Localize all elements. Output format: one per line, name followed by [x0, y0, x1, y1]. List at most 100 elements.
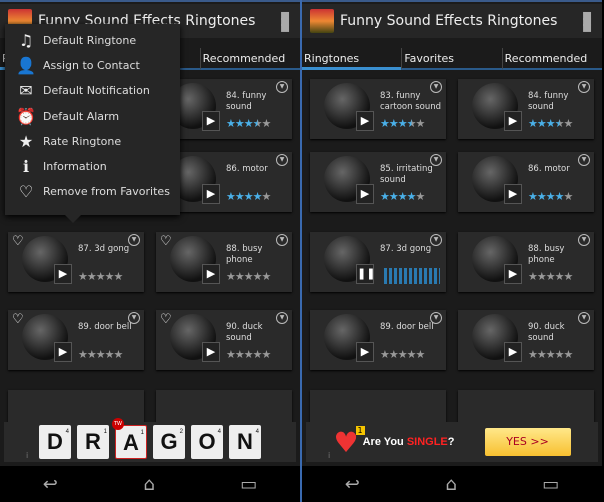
rating-stars[interactable]: ★★★★★ — [380, 117, 425, 130]
tab-recommended[interactable]: Recommended — [501, 48, 602, 70]
star-icon[interactable]: ★ — [407, 348, 417, 361]
play-button[interactable]: ▶ — [202, 342, 220, 362]
dropdown-arrow-icon[interactable]: ▼ — [128, 234, 140, 246]
menu-item-default-ringtone[interactable]: ♫ Default Ringtone — [5, 28, 180, 53]
star-icon[interactable]: ★ — [226, 270, 236, 283]
star-icon[interactable]: ★ — [398, 348, 408, 361]
play-button[interactable]: ▶ — [356, 111, 374, 131]
dropdown-arrow-icon[interactable]: ▼ — [578, 154, 590, 166]
ringtone-card[interactable]: ▶ 88. busy phone ★★★★★ ▼ — [458, 232, 594, 292]
star-icon[interactable]: ★ — [564, 117, 574, 130]
star-icon[interactable]: ★ — [262, 270, 272, 283]
rating-stars[interactable]: ★★★★★ — [226, 190, 272, 203]
star-icon[interactable]: ★ — [546, 270, 556, 283]
back-button[interactable]: ↩ — [345, 474, 360, 495]
star-icon[interactable]: ★ — [546, 190, 556, 203]
star-icon[interactable]: ★ — [105, 270, 115, 283]
dropdown-arrow-icon[interactable]: ▼ — [430, 312, 442, 324]
dropdown-arrow-icon[interactable]: ▼ — [430, 81, 442, 93]
rating-stars[interactable]: ★★★★★ — [528, 348, 574, 361]
star-icon[interactable]: ★ — [564, 348, 574, 361]
favorite-heart-icon[interactable]: ♡ — [160, 313, 172, 326]
back-button[interactable]: ↩ — [43, 474, 58, 495]
favorite-heart-icon[interactable]: ♡ — [12, 235, 24, 248]
star-icon[interactable]: ★ — [253, 190, 263, 203]
star-icon[interactable]: ★ — [226, 117, 236, 130]
rating-stars[interactable]: ★★★★★ — [226, 117, 272, 130]
star-icon[interactable]: ★ — [253, 270, 263, 283]
star-icon[interactable]: ★ — [262, 117, 272, 130]
star-icon[interactable]: ★ — [235, 117, 245, 130]
dropdown-arrow-icon[interactable]: ▼ — [578, 312, 590, 324]
star-icon[interactable]: ★ — [528, 348, 538, 361]
star-icon[interactable]: ★ — [416, 348, 426, 361]
star-icon[interactable]: ★ — [262, 348, 272, 361]
favorite-heart-icon[interactable]: ♡ — [12, 313, 24, 326]
star-icon[interactable]: ★ — [244, 117, 254, 130]
dropdown-arrow-icon[interactable]: ▼ — [578, 234, 590, 246]
rating-stars[interactable]: ★★★★★ — [226, 270, 272, 283]
rating-stars[interactable]: ★★★★★ — [78, 348, 124, 361]
star-icon[interactable]: ★ — [380, 348, 390, 361]
home-button[interactable]: ⌂ — [143, 474, 154, 495]
star-icon[interactable]: ★ — [235, 270, 245, 283]
home-button[interactable]: ⌂ — [445, 474, 456, 495]
dropdown-arrow-icon[interactable]: ▼ — [276, 154, 288, 166]
star-icon[interactable]: ★ — [537, 270, 547, 283]
star-icon[interactable]: ★ — [262, 190, 272, 203]
star-icon[interactable]: ★ — [380, 190, 390, 203]
recents-button[interactable]: ▭ — [240, 474, 257, 495]
play-button[interactable]: ▶ — [202, 184, 220, 204]
pause-button[interactable]: ❚❚ — [356, 264, 375, 284]
star-icon[interactable]: ★ — [244, 190, 254, 203]
dropdown-arrow-icon[interactable]: ▼ — [276, 234, 288, 246]
ringtone-card[interactable]: ▶ 90. duck sound ★★★★★ ▼ — [458, 310, 594, 370]
star-icon[interactable]: ★ — [555, 190, 565, 203]
star-icon[interactable]: ★ — [555, 117, 565, 130]
ringtone-card[interactable]: ▶ 89. door bell ★★★★★ ▼ — [310, 310, 446, 370]
play-button[interactable]: ▶ — [356, 342, 374, 362]
tab-recommended[interactable]: Recommended — [199, 48, 300, 70]
star-icon[interactable]: ★ — [555, 270, 565, 283]
ringtone-card[interactable]: ▶ 87. 3d gong ★★★★★ ▼ ♡ — [8, 232, 144, 292]
star-icon[interactable]: ★ — [528, 190, 538, 203]
star-icon[interactable]: ★ — [96, 348, 106, 361]
rating-stars[interactable]: ★★★★★ — [226, 348, 272, 361]
star-icon[interactable]: ★ — [253, 117, 263, 130]
star-icon[interactable]: ★ — [546, 117, 556, 130]
rating-stars[interactable]: ★★★★★ — [380, 348, 426, 361]
star-icon[interactable]: ★ — [537, 348, 547, 361]
dropdown-arrow-icon[interactable]: ▼ — [128, 312, 140, 324]
star-icon[interactable]: ★ — [78, 270, 88, 283]
rating-stars[interactable]: ★★★★★ — [528, 190, 573, 203]
tab-ringtones[interactable]: Ringtones — [302, 48, 402, 70]
star-icon[interactable]: ★ — [226, 190, 236, 203]
ringtone-card[interactable]: ▶ 84. funny sound ★★★★★ ▼ — [458, 79, 594, 139]
ringtone-card[interactable]: ▶ 90. duck sound ★★★★★ ▼ ♡ — [156, 310, 292, 370]
play-button[interactable]: ▶ — [202, 264, 220, 284]
ringtone-card[interactable]: ▶ 86. motor ★★★★★ ▼ — [458, 152, 594, 212]
menu-item-rate-ringtone[interactable]: ★ Rate Ringtone — [5, 129, 180, 154]
play-button[interactable]: ▶ — [54, 264, 72, 284]
star-icon[interactable]: ★ — [380, 117, 390, 130]
play-button[interactable]: ▶ — [356, 184, 374, 204]
star-icon[interactable]: ★ — [87, 348, 97, 361]
ad-info-icon[interactable]: i — [26, 451, 28, 460]
dropdown-arrow-icon[interactable]: ▼ — [276, 81, 288, 93]
menu-item-information[interactable]: ℹ Information — [5, 154, 180, 179]
dropdown-arrow-icon[interactable]: ▼ — [276, 312, 288, 324]
overflow-menu-icon[interactable]: ▪ ▪ ▪ — [580, 7, 594, 35]
ringtone-card[interactable]: ▶ 85. irritating sound ★★★★★ ▼ — [310, 152, 446, 212]
play-button[interactable]: ▶ — [504, 111, 522, 131]
star-icon[interactable]: ★ — [114, 348, 124, 361]
star-icon[interactable]: ★ — [537, 117, 547, 130]
star-icon[interactable]: ★ — [555, 348, 565, 361]
star-icon[interactable]: ★ — [253, 348, 263, 361]
rating-stars[interactable]: ★★★★★ — [380, 190, 425, 203]
recents-button[interactable]: ▭ — [542, 474, 559, 495]
menu-item-remove-from-favorites[interactable]: ♡ Remove from Favorites — [5, 179, 180, 204]
star-icon[interactable]: ★ — [114, 270, 124, 283]
play-button[interactable]: ▶ — [504, 342, 522, 362]
ringtone-card[interactable]: ❚❚ 87. 3d gong ▼ — [310, 232, 446, 292]
star-icon[interactable]: ★ — [537, 190, 547, 203]
